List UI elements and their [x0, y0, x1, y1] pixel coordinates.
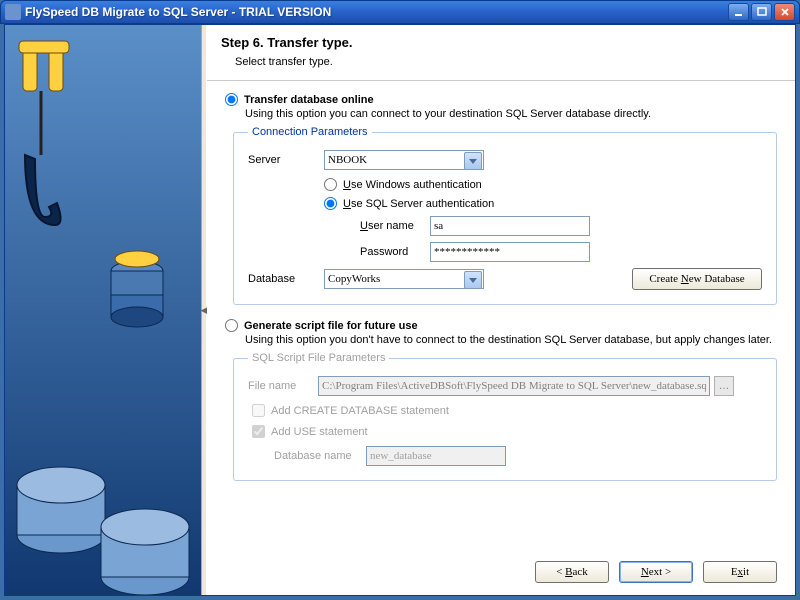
create-database-button[interactable]: Create New Database — [632, 268, 762, 290]
script-dbname-input — [366, 446, 506, 466]
file-name-label: File name — [248, 380, 318, 392]
radio-transfer-online[interactable] — [225, 93, 238, 106]
connection-parameters-group: Connection Parameters Server NBOOK Use W… — [233, 126, 777, 305]
sidebar-image — [5, 25, 201, 595]
radio-transfer-online-label: Transfer database online — [244, 94, 374, 106]
client-area: ◀ Step 6. Transfer type. Select transfer… — [4, 24, 796, 596]
app-icon — [5, 4, 21, 20]
connection-parameters-legend: Connection Parameters — [248, 126, 372, 138]
header-divider — [207, 80, 795, 81]
add-create-label: Add CREATE DATABASE statement — [271, 405, 449, 417]
page-subtitle: Select transfer type. — [235, 56, 781, 68]
username-label: User name — [360, 220, 430, 232]
browse-button: … — [714, 376, 734, 396]
database-select[interactable]: CopyWorks — [324, 269, 484, 289]
main-panel: Step 6. Transfer type. Select transfer t… — [207, 25, 795, 595]
script-file-parameters-group: SQL Script File Parameters File name … A… — [233, 352, 777, 481]
minimize-button[interactable] — [728, 3, 749, 21]
server-label: Server — [248, 154, 324, 166]
script-dbname-label: Database name — [274, 450, 366, 462]
server-select[interactable]: NBOOK — [324, 150, 484, 170]
radio-generate-script[interactable] — [225, 319, 238, 332]
window-title: FlySpeed DB Migrate to SQL Server - TRIA… — [25, 5, 726, 19]
database-label: Database — [248, 273, 324, 285]
username-input[interactable] — [430, 216, 590, 236]
titlebar[interactable]: FlySpeed DB Migrate to SQL Server - TRIA… — [0, 0, 800, 24]
close-button[interactable] — [774, 3, 795, 21]
back-button[interactable]: < Back — [535, 561, 609, 583]
wizard-nav: < Back Next > Exit — [535, 561, 777, 583]
sql-auth-label: Use SQL Server authentication — [343, 198, 494, 210]
generate-script-desc: Using this option you don't have to conn… — [245, 334, 777, 346]
maximize-button[interactable] — [751, 3, 772, 21]
windows-auth-label: Use Windows authentication — [343, 179, 482, 191]
next-button[interactable]: Next > — [619, 561, 693, 583]
file-name-input — [318, 376, 710, 396]
page-title: Step 6. Transfer type. — [221, 35, 781, 50]
radio-sql-auth[interactable] — [324, 197, 337, 210]
radio-windows-auth[interactable] — [324, 178, 337, 191]
add-use-checkbox — [252, 425, 265, 438]
add-use-label: Add USE statement — [271, 426, 368, 438]
password-input[interactable] — [430, 242, 590, 262]
exit-button[interactable]: Exit — [703, 561, 777, 583]
transfer-online-desc: Using this option you can connect to you… — [245, 108, 777, 120]
script-file-parameters-legend: SQL Script File Parameters — [248, 352, 389, 364]
crane-illustration-icon — [5, 25, 201, 595]
radio-generate-script-label: Generate script file for future use — [244, 320, 418, 332]
password-label: Password — [360, 246, 430, 258]
add-create-checkbox — [252, 404, 265, 417]
